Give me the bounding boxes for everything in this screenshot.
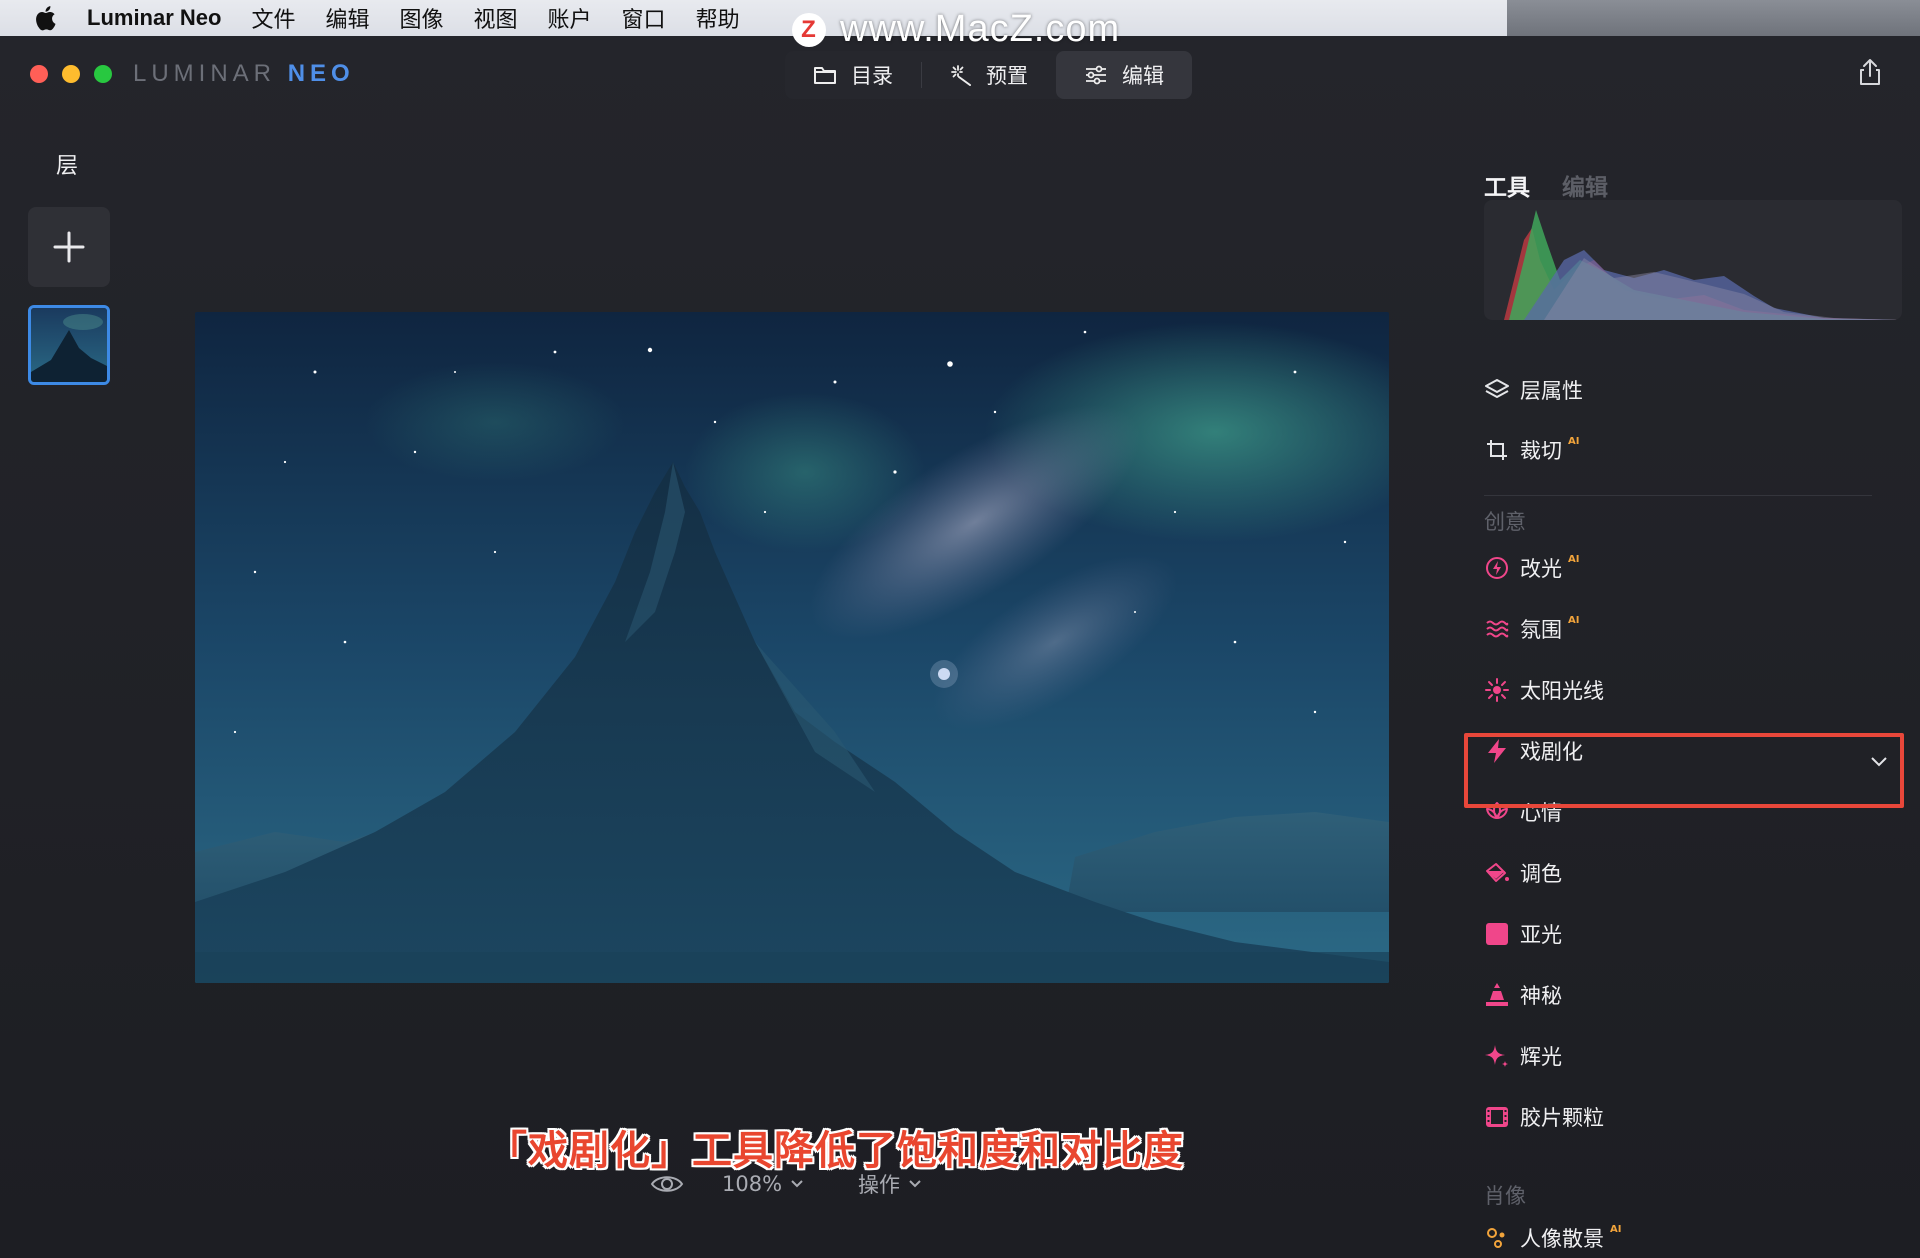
tools-panel: 工具 编辑 层属性 裁切 AI 创意 改光 AI 氛围 AI 太阳光线 戏剧化 … (1464, 108, 1920, 1251)
chevron-down-icon (909, 1180, 921, 1188)
tool-label: 层属性 (1520, 379, 1583, 403)
mystic-icon (1484, 982, 1510, 1008)
plus-icon (53, 231, 85, 263)
bokeh-icon (1484, 1225, 1510, 1251)
sun-rays-icon (1484, 677, 1510, 703)
menu-file[interactable]: 文件 (251, 2, 295, 34)
photo-canvas[interactable] (195, 312, 1389, 983)
sparkle-icon (1484, 1043, 1510, 1069)
tool-matte[interactable]: 亚光 (1484, 914, 1562, 954)
ai-badge: AI (1568, 615, 1580, 626)
histogram-graph (1504, 210, 1902, 320)
tool-color-harmony[interactable]: 调色 (1484, 853, 1562, 893)
zoom-value: 108% (722, 1172, 783, 1196)
mode-presets[interactable]: 预置 (922, 51, 1056, 99)
apple-icon[interactable] (33, 5, 57, 31)
highlight-box (1464, 733, 1904, 808)
relight-icon (1484, 555, 1510, 581)
add-layer-button[interactable] (28, 207, 110, 287)
mode-presets-label: 预置 (986, 64, 1028, 88)
panel-tabs: 工具 编辑 (1484, 168, 1640, 202)
layer-thumbnail[interactable] (28, 305, 110, 385)
menu-image[interactable]: 图像 (400, 2, 444, 34)
layers-icon (1484, 377, 1510, 403)
watermark: Z www.MacZ.com (792, 8, 1120, 51)
actions-dropdown[interactable]: 操作 (858, 1169, 922, 1199)
tool-label: 氛围 (1520, 618, 1562, 642)
matte-square-icon (1484, 921, 1510, 947)
minimize-window-button[interactable] (62, 65, 80, 83)
sliders-icon (1086, 65, 1106, 85)
actions-label: 操作 (858, 1173, 901, 1197)
menu-view[interactable]: 视图 (474, 2, 518, 34)
tool-label: 辉光 (1520, 1045, 1562, 1069)
mountain-night-photo (195, 312, 1389, 983)
zoom-dropdown[interactable]: 108% (722, 1172, 804, 1196)
fullscreen-window-button[interactable] (94, 65, 112, 83)
chevron-down-icon[interactable] (1870, 756, 1888, 768)
menu-window[interactable]: 窗口 (622, 2, 666, 34)
ai-badge: AI (1568, 436, 1580, 447)
layer-thumbnail-image (31, 308, 107, 382)
histogram (1484, 200, 1902, 320)
mode-edit[interactable]: 编辑 (1056, 51, 1192, 99)
film-icon (1484, 1104, 1510, 1130)
folder-icon (814, 67, 836, 84)
chevron-down-icon (791, 1180, 803, 1188)
app-window: LUMINAR NEO 目录 预置 编辑 层 「戏剧化」工具降低了饱和度和对比度… (0, 36, 1920, 1251)
tool-label: 裁切 (1520, 439, 1562, 463)
magic-wand-icon (951, 65, 971, 86)
tool-atmosphere[interactable]: 氛围 AI (1484, 609, 1579, 649)
tool-label: 胶片颗粒 (1520, 1106, 1604, 1130)
share-icon[interactable] (1858, 58, 1882, 86)
mode-catalog[interactable]: 目录 (785, 51, 921, 99)
tool-label: 调色 (1520, 862, 1562, 886)
mode-catalog-label: 目录 (851, 64, 893, 88)
menubar-status-area (1507, 0, 1920, 36)
luminar-neo-logo: LUMINAR NEO (133, 60, 355, 87)
tool-label: 太阳光线 (1520, 679, 1604, 703)
tool-label: 神秘 (1520, 984, 1562, 1008)
tool-relight[interactable]: 改光 AI (1484, 548, 1579, 588)
paint-bucket-icon (1484, 860, 1510, 886)
tool-label: 人像散景 (1520, 1227, 1604, 1251)
crop-icon (1484, 437, 1510, 463)
tab-tools[interactable]: 工具 (1484, 168, 1530, 202)
ai-badge: AI (1610, 1224, 1622, 1235)
section-creative: 创意 (1484, 510, 1526, 534)
close-window-button[interactable] (30, 65, 48, 83)
bottom-toolbar: 108% 操作 (650, 1166, 922, 1202)
tool-glow[interactable]: 辉光 (1484, 1036, 1562, 1076)
app-name[interactable]: Luminar Neo (87, 5, 221, 31)
watermark-logo: Z (792, 12, 826, 47)
layers-title: 层 (56, 154, 79, 179)
tool-portrait-bokeh[interactable]: 人像散景 AI (1484, 1218, 1621, 1258)
tool-mystical[interactable]: 神秘 (1484, 975, 1562, 1015)
tab-edits[interactable]: 编辑 (1562, 168, 1608, 202)
mode-edit-label: 编辑 (1122, 64, 1164, 88)
tool-sunrays[interactable]: 太阳光线 (1484, 670, 1604, 710)
tool-film-grain[interactable]: 胶片颗粒 (1484, 1097, 1604, 1137)
tool-layer-properties[interactable]: 层属性 (1484, 370, 1583, 410)
watermark-text: www.MacZ.com (840, 8, 1121, 50)
ai-badge: AI (1568, 554, 1580, 565)
mode-switcher: 目录 预置 编辑 (785, 51, 1192, 99)
tool-label: 亚光 (1520, 923, 1562, 947)
menu-account[interactable]: 账户 (548, 2, 592, 34)
tool-crop[interactable]: 裁切 AI (1484, 430, 1579, 470)
menu-edit[interactable]: 编辑 (325, 2, 369, 34)
eye-icon[interactable] (650, 1173, 684, 1195)
menu-help[interactable]: 帮助 (696, 2, 740, 34)
divider (1484, 495, 1872, 496)
tool-label: 改光 (1520, 557, 1562, 581)
atmosphere-icon (1484, 616, 1510, 642)
section-portrait: 肖像 (1484, 1184, 1526, 1208)
